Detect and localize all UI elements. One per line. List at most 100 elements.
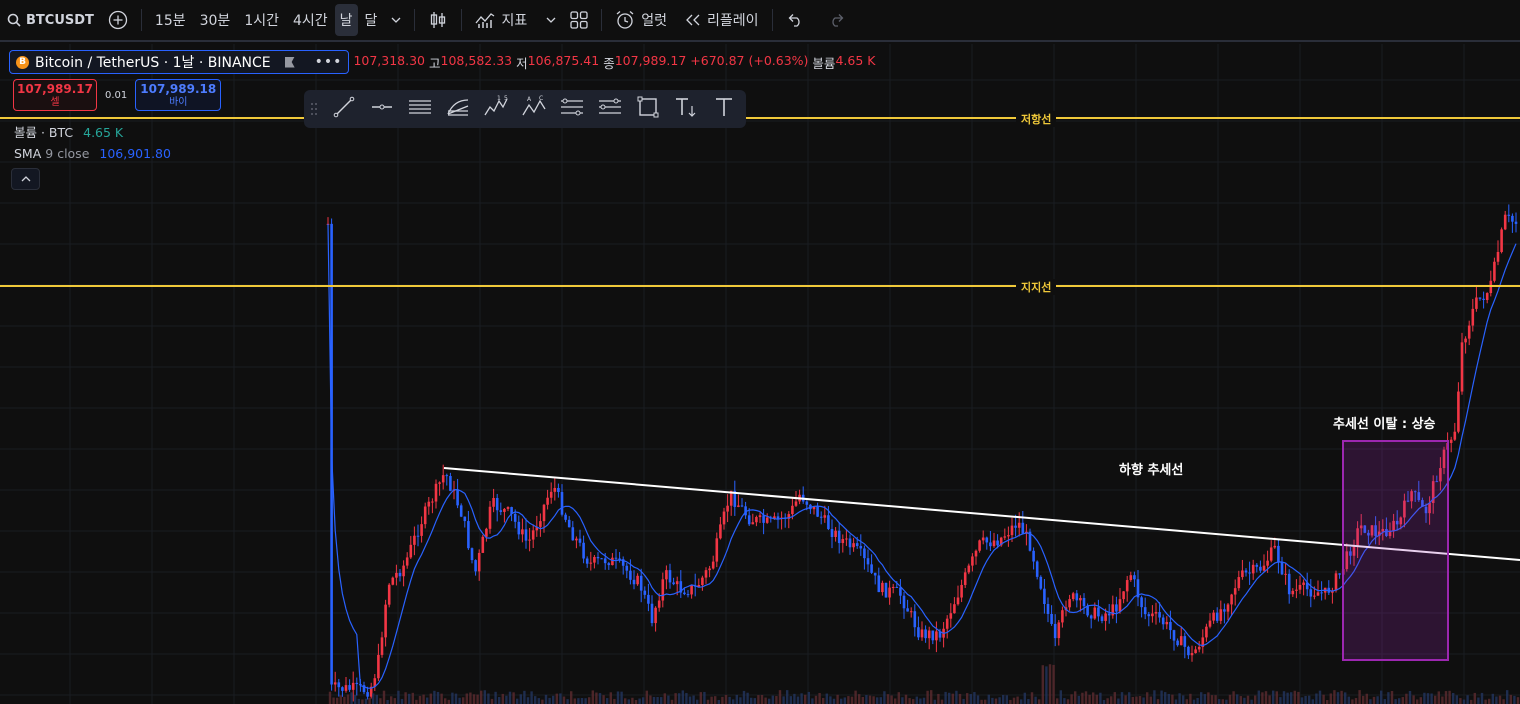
- more-options-icon[interactable]: •••: [315, 54, 343, 70]
- alert-button[interactable]: 얼럿: [608, 0, 674, 41]
- parallel-channel-tool[interactable]: [402, 91, 438, 127]
- toolbar-divider: [601, 9, 603, 31]
- volume-bar: [1304, 695, 1307, 704]
- toolbar-divider: [414, 9, 416, 31]
- chart-type-button[interactable]: [421, 0, 455, 41]
- volume-bar: [584, 698, 587, 704]
- candle-body: [978, 540, 981, 551]
- volume-bar: [1322, 694, 1325, 704]
- candle-body: [1277, 545, 1280, 563]
- volume-bar: [1394, 699, 1397, 704]
- volume-bar: [840, 698, 843, 704]
- candle-body: [1449, 439, 1453, 443]
- flag-icon[interactable]: [284, 56, 295, 68]
- chevron-up-icon: [21, 172, 31, 186]
- volume-bar: [1200, 692, 1203, 704]
- timeframe-1h[interactable]: 1시간: [237, 0, 286, 41]
- candlestick-chart-svg[interactable]: [0, 44, 1520, 704]
- timeframe-1d[interactable]: 날: [334, 4, 358, 36]
- candle-body: [632, 579, 636, 585]
- candle-body: [1176, 640, 1179, 646]
- volume-bar: [944, 691, 947, 704]
- horizontal-ray-tool[interactable]: [364, 91, 400, 127]
- volume-bar: [793, 693, 796, 704]
- price-chart[interactable]: [0, 44, 1520, 704]
- volume-bar: [1419, 697, 1422, 704]
- price-text-tool[interactable]: [668, 91, 704, 127]
- timeframe-1m[interactable]: 달: [358, 0, 385, 41]
- volume-bar: [613, 698, 616, 704]
- candle-body: [1082, 597, 1086, 607]
- trend-line-icon: [333, 96, 355, 122]
- volume-bar: [1020, 699, 1023, 704]
- trend-line-tool[interactable]: [326, 91, 362, 127]
- undo-button[interactable]: [779, 0, 811, 41]
- volume-bar: [1009, 699, 1012, 704]
- candle-body: [351, 682, 355, 690]
- rectangle-tool[interactable]: [630, 91, 666, 127]
- indicators-dropdown[interactable]: [534, 0, 563, 41]
- volume-bar: [940, 699, 944, 704]
- volume-bar: [1311, 699, 1314, 704]
- compare-symbol-button[interactable]: [101, 0, 135, 41]
- drag-handle-icon[interactable]: [304, 91, 324, 127]
- timeframe-dropdown[interactable]: [384, 0, 408, 41]
- candle-body: [1215, 612, 1219, 621]
- replay-button[interactable]: 리플레이: [678, 0, 766, 41]
- volume-indicator-legend[interactable]: 볼륨 · BTC 4.65 K: [14, 122, 123, 141]
- candle-body: [920, 629, 924, 638]
- volume-bar: [1192, 699, 1196, 704]
- sell-price: 107,989.17: [17, 82, 93, 96]
- elliott-wave-tool[interactable]: 15: [478, 91, 514, 127]
- volume-bar: [1351, 699, 1354, 704]
- volume-bar: [1372, 696, 1376, 704]
- candle-body: [650, 603, 654, 624]
- indicators-button[interactable]: 지표: [468, 0, 534, 41]
- volume-bar: [1012, 697, 1016, 704]
- range-tool[interactable]: [554, 91, 590, 127]
- candle-body: [492, 498, 495, 507]
- volume-bar: [685, 693, 688, 704]
- layout-button[interactable]: [563, 0, 595, 41]
- candle-body: [740, 505, 744, 507]
- volume-bar: [1056, 698, 1059, 704]
- volume-bar: [1488, 698, 1491, 704]
- chevron-down-icon: [391, 15, 401, 25]
- symbol-info-box[interactable]: B Bitcoin / TetherUS · 1날 · BINANCE •••: [9, 50, 350, 74]
- bitcoin-coin-icon: B: [16, 55, 29, 69]
- sma-indicator-value: 106,901.80: [99, 146, 171, 161]
- pattern-tool[interactable]: AC: [516, 91, 552, 127]
- buy-label: 바이: [169, 97, 188, 108]
- volume-bar: [530, 691, 533, 704]
- timeframe-4h[interactable]: 4시간: [286, 0, 335, 41]
- fib-fan-tool[interactable]: [440, 91, 476, 127]
- volume-bar: [807, 691, 810, 704]
- elliott-wave-icon: 15: [483, 95, 509, 123]
- resistance-line-label[interactable]: 저항선: [1016, 111, 1057, 127]
- volume-bar: [1128, 692, 1131, 704]
- volume-bar: [480, 690, 483, 704]
- support-line-label[interactable]: 지지선: [1016, 279, 1057, 295]
- candle-body: [1248, 572, 1251, 574]
- timeframe-15m[interactable]: 15분: [148, 0, 193, 41]
- breakout-label[interactable]: 추세선 이탈 : 상승: [1333, 413, 1436, 432]
- volume-bar: [1070, 694, 1073, 704]
- candle-body: [661, 579, 665, 601]
- sell-button[interactable]: 107,989.17 셀: [13, 79, 97, 111]
- collapse-legend-button[interactable]: [11, 168, 40, 190]
- sell-label: 셀: [50, 97, 60, 108]
- text-tool[interactable]: [706, 91, 742, 127]
- candle-body: [686, 594, 690, 596]
- redo-button[interactable]: [821, 0, 853, 41]
- sma-indicator-legend[interactable]: SMA 9 close 106,901.80: [14, 146, 171, 161]
- timeframe-30m[interactable]: 30분: [193, 0, 238, 41]
- buy-button[interactable]: 107,989.18 바이: [135, 79, 222, 111]
- symbol-search-button[interactable]: BTCUSDT: [0, 0, 101, 41]
- forecast-tool[interactable]: [592, 91, 628, 127]
- downtrend-label[interactable]: 하향 추세선: [1119, 459, 1183, 478]
- volume-bar: [1077, 695, 1080, 704]
- candle-body: [1478, 297, 1482, 299]
- volume-bar: [339, 695, 342, 704]
- candle-body: [1093, 607, 1097, 619]
- volume-bar: [1106, 698, 1109, 704]
